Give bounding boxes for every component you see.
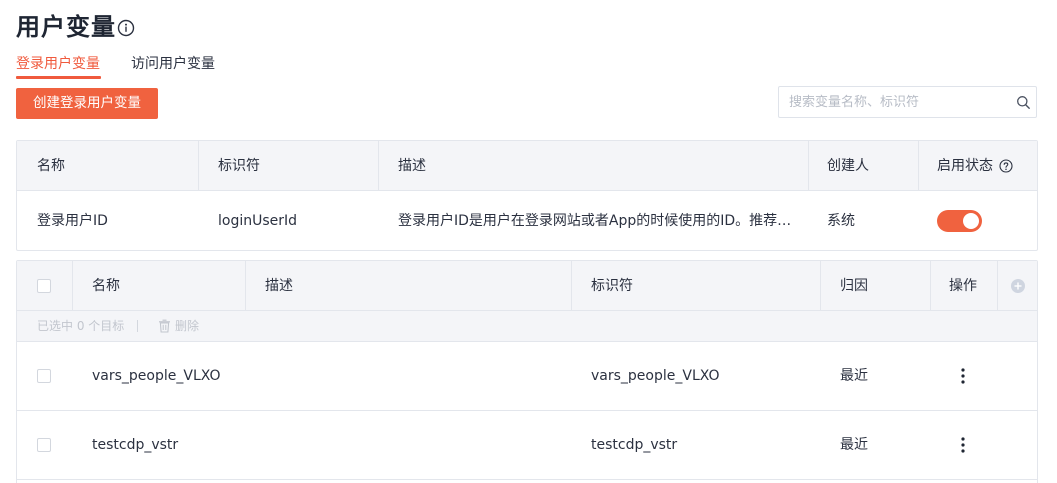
divider <box>137 320 138 332</box>
column-header-attribution: 归因 <box>840 278 868 294</box>
row-name: 登录用户ID <box>37 213 108 229</box>
row-checkbox[interactable] <box>37 438 51 452</box>
column-header-description: 描述 <box>398 158 426 174</box>
tab-login-user-variables[interactable]: 登录用户变量 <box>16 54 100 74</box>
table-row: vars_people_VLXO vars_people_VLXO 最近 <box>17 342 1037 411</box>
column-header-name: 名称 <box>37 158 65 174</box>
login-variable-table: 名称 标识符 描述 创建人 启用状态 登录用户ID loginUserId 登录… <box>16 140 1038 251</box>
row-identifier: vars_people_VLXO <box>591 368 720 384</box>
row-identifier: testcdp_vstr <box>591 437 678 453</box>
search-input[interactable] <box>779 87 1007 117</box>
column-header-actions: 操作 <box>949 278 977 294</box>
search-icon[interactable] <box>1016 95 1031 110</box>
delete-button[interactable]: 删除 <box>175 318 199 334</box>
table-header: 名称 标识符 描述 创建人 启用状态 <box>17 141 1037 191</box>
more-vertical-icon[interactable] <box>961 437 965 453</box>
selection-count: 已选中 0 个目标 <box>37 319 125 333</box>
row-attribution: 最近 <box>840 437 868 453</box>
plus-circle-icon[interactable] <box>1011 279 1025 293</box>
column-header-status: 启用状态 <box>937 158 993 174</box>
info-icon[interactable] <box>117 19 135 37</box>
row-creator: 系统 <box>827 213 855 229</box>
enable-toggle[interactable] <box>937 210 982 232</box>
row-description: 登录用户ID是用户在登录网站或者App的时候使用的ID。推荐… <box>398 213 792 229</box>
create-login-variable-button[interactable]: 创建登录用户变量 <box>16 88 158 119</box>
selection-bar: 已选中 0 个目标 删除 <box>17 311 1037 342</box>
active-tab-indicator <box>16 76 101 79</box>
custom-variable-table: 名称 描述 标识符 归因 操作 已选中 0 个目标 删除 vars_people… <box>16 260 1038 483</box>
question-circle-icon[interactable] <box>999 159 1013 173</box>
page-title: 用户变量 <box>16 13 116 41</box>
row-checkbox[interactable] <box>37 369 51 383</box>
row-identifier: loginUserId <box>218 213 298 229</box>
toggle-knob <box>963 213 979 229</box>
table-header: 名称 描述 标识符 归因 操作 <box>17 261 1037 311</box>
column-header-identifier: 标识符 <box>218 158 260 174</box>
search-box <box>778 86 1037 118</box>
trash-icon <box>159 319 170 333</box>
select-all-checkbox[interactable] <box>37 279 51 293</box>
column-header-identifier: 标识符 <box>591 278 633 294</box>
tab-visitor-user-variables[interactable]: 访问用户变量 <box>131 54 215 74</box>
column-header-description: 描述 <box>265 278 293 294</box>
more-vertical-icon[interactable] <box>961 368 965 384</box>
row-name: testcdp_vstr <box>92 437 179 453</box>
table-row: testcdp_vstr testcdp_vstr 最近 <box>17 411 1037 480</box>
column-header-creator: 创建人 <box>827 158 869 174</box>
row-name: vars_people_VLXO <box>92 368 221 384</box>
column-header-name: 名称 <box>92 278 120 294</box>
row-attribution: 最近 <box>840 368 868 384</box>
